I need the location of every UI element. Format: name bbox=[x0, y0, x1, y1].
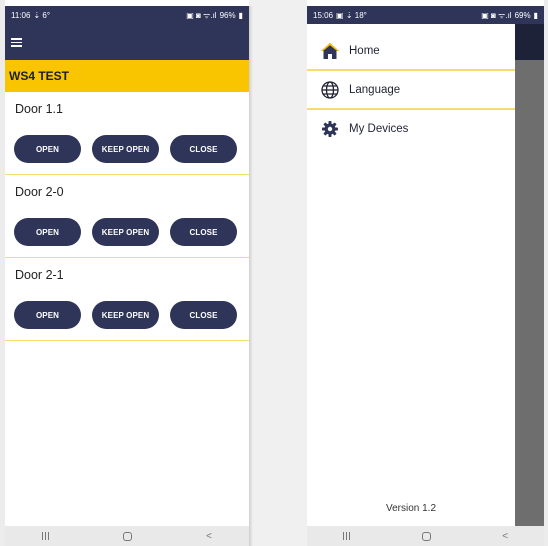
door-row: Door 1.1 OPEN KEEP OPEN CLOSE bbox=[5, 92, 249, 175]
door-name: Door 2-0 bbox=[15, 185, 64, 199]
close-button[interactable]: CLOSE bbox=[170, 301, 237, 329]
close-button[interactable]: CLOSE bbox=[170, 218, 237, 246]
close-button[interactable]: CLOSE bbox=[170, 135, 237, 163]
status-time: 11:06 bbox=[11, 10, 31, 20]
menu-item-label: Language bbox=[349, 83, 401, 96]
menu-item-label: My Devices bbox=[349, 122, 409, 135]
home-button-icon[interactable] bbox=[421, 531, 431, 541]
globe-icon bbox=[320, 80, 340, 100]
home-icon bbox=[320, 41, 340, 61]
status-notification-icons: ▣ ⇣ 18° bbox=[336, 10, 367, 20]
page-margin-right bbox=[544, 0, 548, 546]
status-notification-icons: ⇣ 6° bbox=[33, 10, 51, 20]
keep-open-button[interactable]: KEEP OPEN bbox=[92, 218, 159, 246]
status-bar: 11:06 ⇣ 6° ▣ ◙ ᯤ.ıl 96% ▮ bbox=[5, 6, 249, 24]
menu-icon[interactable] bbox=[11, 38, 22, 47]
keep-open-button[interactable]: KEEP OPEN bbox=[92, 135, 159, 163]
back-icon[interactable]: < bbox=[206, 531, 212, 542]
battery-icon: ▮ bbox=[238, 10, 243, 20]
door-name: Door 1.1 bbox=[15, 102, 63, 116]
keep-open-button[interactable]: KEEP OPEN bbox=[92, 301, 159, 329]
app-version: Version 1.2 bbox=[385, 503, 437, 514]
battery-level: 96% bbox=[219, 10, 236, 20]
group-title: WS4 TEST bbox=[5, 60, 249, 92]
status-time: 15:06 bbox=[313, 10, 334, 20]
door-name: Door 2-1 bbox=[15, 268, 64, 282]
drawer-scrim[interactable] bbox=[515, 24, 544, 526]
status-bar: 15:06 ▣ ⇣ 18° ▣ ◙ ᯤ.ıl 69% ▮ bbox=[307, 6, 544, 24]
screen-shadow bbox=[249, 6, 253, 546]
system-nav-bar: < bbox=[5, 526, 249, 546]
menu-item-my-devices[interactable]: My Devices bbox=[307, 109, 515, 148]
menu-item-language[interactable]: Language bbox=[307, 70, 515, 109]
screens-gutter bbox=[249, 0, 307, 546]
open-button[interactable]: OPEN bbox=[14, 218, 81, 246]
app-bar bbox=[5, 24, 249, 60]
status-signal-icons: ▣ ◙ ᯤ.ıl bbox=[186, 10, 217, 20]
menu-item-home[interactable]: Home bbox=[307, 31, 515, 70]
recent-apps-icon[interactable] bbox=[342, 532, 350, 540]
battery-icon: ▮ bbox=[533, 10, 538, 20]
door-control-screen: 11:06 ⇣ 6° ▣ ◙ ᯤ.ıl 96% ▮ WS4 TEST Door … bbox=[5, 6, 249, 546]
navigation-drawer: Home Language My Devices Version 1.2 bbox=[307, 24, 515, 526]
door-row: Door 2-1 OPEN KEEP OPEN CLOSE bbox=[5, 258, 249, 341]
gear-icon bbox=[320, 119, 340, 139]
recent-apps-icon[interactable] bbox=[42, 532, 50, 540]
back-icon[interactable]: < bbox=[502, 531, 508, 542]
door-row: Door 2-0 OPEN KEEP OPEN CLOSE bbox=[5, 175, 249, 258]
open-button[interactable]: OPEN bbox=[14, 301, 81, 329]
open-button[interactable]: OPEN bbox=[14, 135, 81, 163]
battery-level: 69% bbox=[514, 10, 531, 20]
navigation-drawer-screen: 15:06 ▣ ⇣ 18° ▣ ◙ ᯤ.ıl 69% ▮ Home Langua… bbox=[307, 6, 544, 546]
menu-item-label: Home bbox=[349, 44, 380, 57]
status-signal-icons: ▣ ◙ ᯤ.ıl bbox=[481, 10, 512, 20]
home-button-icon[interactable] bbox=[123, 531, 133, 541]
system-nav-bar: < bbox=[307, 526, 544, 546]
dimmed-app-bar bbox=[515, 24, 544, 60]
